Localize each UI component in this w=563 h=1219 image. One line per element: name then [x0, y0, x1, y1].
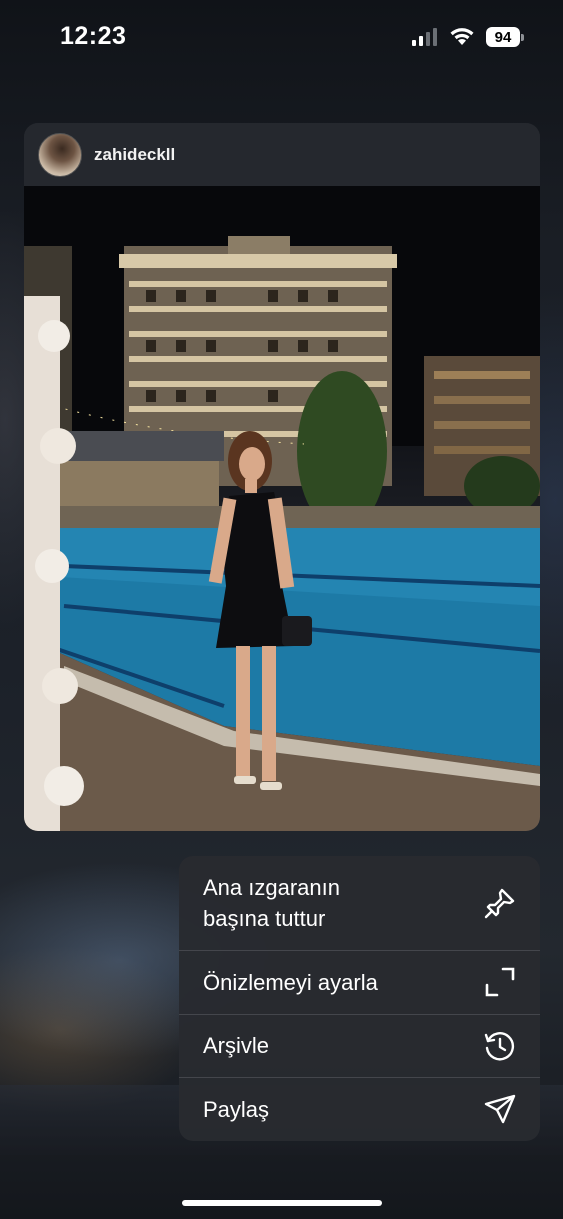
wifi-icon	[449, 26, 475, 51]
username[interactable]: zahideckll	[94, 145, 175, 165]
post-preview-card[interactable]: zahideckll	[24, 123, 540, 831]
menu-item-share-label: Paylaş	[203, 1097, 270, 1122]
battery-nub	[521, 34, 524, 41]
menu-item-pin-to-grid[interactable]: Ana ızgaranın başına tuttur	[179, 856, 540, 951]
send-icon	[482, 1091, 518, 1127]
menu-item-adjust-preview[interactable]: Önizlemeyi ayarla	[179, 951, 540, 1015]
menu-item-archive-label: Arşivle	[203, 1033, 270, 1058]
pin-icon	[482, 885, 518, 921]
home-indicator[interactable]	[182, 1200, 382, 1206]
menu-item-share[interactable]: Paylaş	[179, 1078, 540, 1141]
avatar[interactable]	[38, 132, 82, 177]
menu-item-pin-label-line1: Ana ızgaranın	[203, 875, 340, 900]
post-photo[interactable]	[24, 186, 540, 831]
context-menu: Ana ızgaranın başına tuttur Önizlemeyi a…	[179, 856, 540, 1141]
archive-history-icon	[482, 1028, 518, 1064]
status-time: 12:23	[60, 22, 127, 50]
menu-item-adjust-label: Önizlemeyi ayarla	[203, 970, 378, 995]
cellular-signal-icon	[412, 28, 437, 46]
battery-indicator: 94	[486, 27, 520, 47]
menu-item-pin-label-line2: başına tuttur	[203, 906, 326, 931]
expand-icon	[482, 964, 518, 1000]
post-header: zahideckll	[24, 123, 540, 186]
menu-item-archive[interactable]: Arşivle	[179, 1015, 540, 1078]
menu-item-pin-label: Ana ızgaranın başına tuttur	[203, 872, 340, 934]
